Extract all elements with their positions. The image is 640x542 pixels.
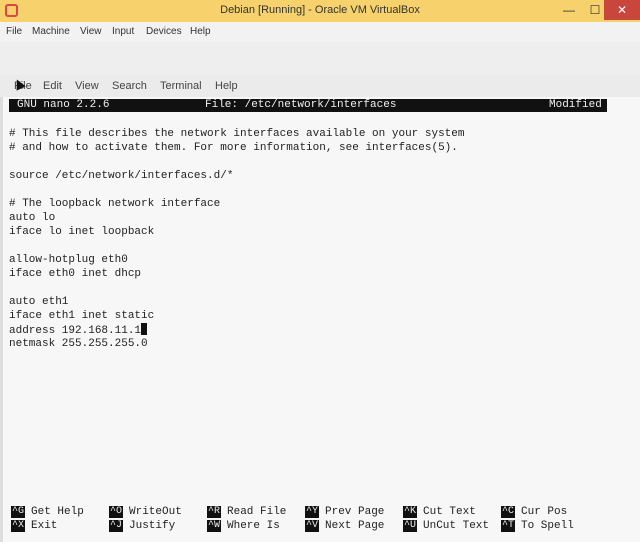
file-line: iface eth1 inet static bbox=[9, 310, 155, 322]
file-line: # and how to activate them. For more inf… bbox=[9, 142, 458, 154]
file-line: # The loopback network interface bbox=[9, 198, 221, 210]
terminal-menu-search[interactable]: Search bbox=[112, 80, 147, 92]
nano-status: Modified bbox=[549, 99, 602, 111]
text-cursor bbox=[141, 323, 148, 335]
nano-header-bar: GNU nano 2.2.6 File: /etc/network/interf… bbox=[9, 99, 607, 112]
shortcut-label: Cut Text bbox=[423, 506, 476, 518]
terminal-menu-terminal[interactable]: Terminal bbox=[160, 80, 202, 92]
shortcut-label: Next Page bbox=[325, 520, 385, 532]
terminal-menu-edit[interactable]: Edit bbox=[43, 80, 62, 92]
vm-menu-file[interactable]: File bbox=[6, 26, 22, 37]
shortcut-label: Prev Page bbox=[325, 506, 385, 518]
shortcut-key: ^R bbox=[207, 506, 221, 518]
nano-version: GNU nano 2.2.6 bbox=[17, 99, 110, 111]
shortcut-label: Get Help bbox=[31, 506, 84, 518]
guest-desktop-area bbox=[0, 42, 640, 75]
file-line: auto eth1 bbox=[9, 296, 69, 308]
shortcut-read-file[interactable]: ^R Read File bbox=[207, 506, 286, 519]
file-line-text: address 192.168.11.1 bbox=[9, 325, 142, 337]
file-line: iface lo inet loopback bbox=[9, 226, 155, 238]
shortcut-uncut-text[interactable]: ^U UnCut Text bbox=[403, 520, 489, 533]
file-line: allow-hotplug eth0 bbox=[9, 254, 128, 266]
shortcut-key: ^X bbox=[11, 520, 25, 532]
shortcut-key: ^O bbox=[109, 506, 123, 518]
shortcut-key: ^W bbox=[207, 520, 221, 532]
shortcut-key: ^Y bbox=[305, 506, 319, 518]
shortcut-label: Read File bbox=[227, 506, 287, 518]
file-line-address: address 192.168.11.1 bbox=[9, 323, 148, 338]
terminal-area[interactable]: GNU nano 2.2.6 File: /etc/network/interf… bbox=[0, 97, 640, 542]
shortcut-label: Exit bbox=[31, 520, 58, 532]
shortcut-prev-page[interactable]: ^Y Prev Page bbox=[305, 506, 384, 519]
vm-menu-help[interactable]: Help bbox=[190, 26, 211, 37]
shortcut-next-page[interactable]: ^V Next Page bbox=[305, 520, 384, 533]
shortcut-label: UnCut Text bbox=[423, 520, 490, 532]
file-line: source /etc/network/interfaces.d/* bbox=[9, 170, 234, 182]
shortcut-label: Justify bbox=[129, 520, 176, 532]
shortcut-label: WriteOut bbox=[129, 506, 182, 518]
minimize-button[interactable]: — bbox=[556, 0, 582, 20]
shortcut-key: ^V bbox=[305, 520, 319, 532]
vm-menu-view[interactable]: View bbox=[80, 26, 102, 37]
file-line: iface eth0 inet dhcp bbox=[9, 268, 142, 280]
terminal-menu-view[interactable]: View bbox=[75, 80, 99, 92]
file-line: auto lo bbox=[9, 212, 56, 224]
shortcut-justify[interactable]: ^J Justify bbox=[109, 520, 175, 533]
terminal-menu-help[interactable]: Help bbox=[215, 80, 238, 92]
vm-menu-devices[interactable]: Devices bbox=[146, 26, 182, 37]
terminal-menubar: File Edit View Search Terminal Help bbox=[0, 75, 640, 97]
window-titlebar[interactable]: Debian [Running] - Oracle VM VirtualBox … bbox=[0, 0, 640, 22]
shortcut-writeout[interactable]: ^O WriteOut bbox=[109, 506, 182, 519]
shortcut-to-spell[interactable]: ^T To Spell bbox=[501, 520, 574, 533]
vm-menubar: File Machine View Input Devices Help bbox=[0, 22, 640, 42]
nano-file-path: File: /etc/network/interfaces bbox=[205, 99, 397, 111]
window-title: Debian [Running] - Oracle VM VirtualBox bbox=[220, 4, 420, 16]
shortcut-key: ^U bbox=[403, 520, 417, 532]
file-line: # This file describes the network interf… bbox=[9, 128, 465, 140]
shortcut-key: ^K bbox=[403, 506, 417, 518]
close-button[interactable]: ✕ bbox=[604, 0, 640, 20]
shortcut-label: To Spell bbox=[521, 520, 574, 532]
shortcut-label: Where Is bbox=[227, 520, 280, 532]
shortcut-cut-text[interactable]: ^K Cut Text bbox=[403, 506, 476, 519]
shortcut-key: ^J bbox=[109, 520, 123, 532]
file-line: netmask 255.255.255.0 bbox=[9, 338, 148, 350]
vm-menu-machine[interactable]: Machine bbox=[32, 26, 70, 37]
vm-menu-input[interactable]: Input bbox=[112, 26, 134, 37]
shortcut-where-is[interactable]: ^W Where Is bbox=[207, 520, 280, 533]
shortcut-key: ^C bbox=[501, 506, 515, 518]
shortcut-key: ^T bbox=[501, 520, 515, 532]
shortcut-get-help[interactable]: ^G Get Help bbox=[11, 506, 84, 519]
shortcut-cur-pos[interactable]: ^C Cur Pos bbox=[501, 506, 567, 519]
shortcut-key: ^G bbox=[11, 506, 25, 518]
shortcut-exit[interactable]: ^X Exit bbox=[11, 520, 57, 533]
shortcut-label: Cur Pos bbox=[521, 506, 568, 518]
